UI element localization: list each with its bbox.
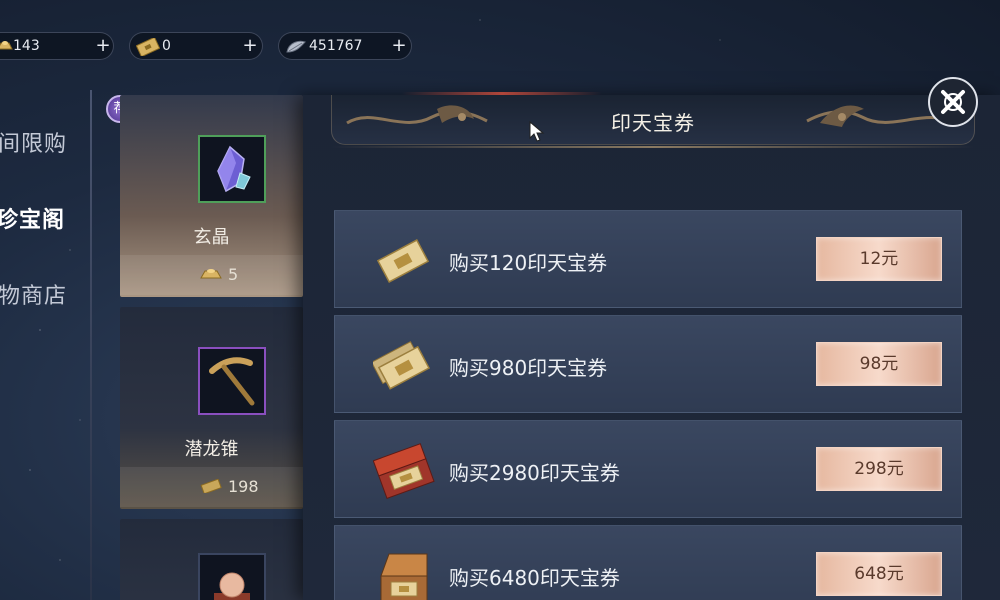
nav-item-item-shop[interactable]: 物商店 xyxy=(0,278,67,310)
recharge-row-2980: 购买2980印天宝券 298元 xyxy=(334,420,962,518)
coupon-purchase-modal: 印天宝券 购买120印天宝券 12元 购买980印天宝券 98元 购买2980印… xyxy=(303,77,1000,600)
recharge-label: 购买120印天宝券 xyxy=(449,251,608,275)
nav-item-limited-time[interactable]: 间限购 xyxy=(0,126,67,158)
item-slot xyxy=(198,553,266,600)
coupon-ticket-icon xyxy=(136,38,160,56)
coupon-add-button[interactable]: + xyxy=(240,36,260,56)
coupon-value: 0 xyxy=(162,38,171,54)
product-card-qianlongzhui[interactable]: 潜龙锥 198 xyxy=(120,307,303,509)
coupon-single-icon xyxy=(376,239,430,283)
recharge-label: 购买980印天宝券 xyxy=(449,356,608,380)
recharge-label: 购买6480印天宝券 xyxy=(449,566,620,590)
buy-button-120[interactable]: 12元 xyxy=(816,237,942,281)
gold-value: 143 xyxy=(13,38,40,54)
coupon-ticket-icon xyxy=(200,479,222,493)
header-accent-line xyxy=(402,92,602,95)
product-price: 5 xyxy=(228,265,239,284)
silver-leaf-icon xyxy=(286,40,306,53)
product-card-partial[interactable] xyxy=(120,519,303,600)
product-price: 198 xyxy=(228,477,259,496)
gold-currency-pill: 143 + xyxy=(0,32,114,60)
modal-title: 印天宝券 xyxy=(611,111,695,135)
coupon-stack-icon xyxy=(373,340,431,390)
buy-button-6480[interactable]: 648元 xyxy=(816,552,942,596)
close-button[interactable] xyxy=(928,77,978,127)
product-price-row: 198 xyxy=(120,467,303,507)
gold-ingot-icon xyxy=(200,269,222,279)
product-name: 潜龙锥 xyxy=(184,439,239,460)
crystal-icon xyxy=(217,145,251,193)
item-slot xyxy=(198,135,266,203)
silver-value: 451767 xyxy=(309,38,363,54)
product-card-xuanjing[interactable]: 玄晶 5 xyxy=(120,95,303,297)
recharge-row-6480: 购买6480印天宝券 648元 xyxy=(334,525,962,600)
silver-currency-pill: 451767 + xyxy=(278,32,412,60)
mouse-cursor-icon xyxy=(529,121,545,142)
recharge-label: 购买2980印天宝券 xyxy=(449,461,620,485)
modal-header: 印天宝券 xyxy=(331,92,975,148)
shop-side-nav: 间限购 珍宝阁 物商店 xyxy=(0,90,92,600)
coupon-chest-icon xyxy=(380,553,428,600)
header-divider xyxy=(332,146,974,148)
silver-add-button[interactable]: + xyxy=(389,36,409,56)
close-icon xyxy=(941,90,965,114)
nav-item-treasure-pavilion[interactable]: 珍宝阁 xyxy=(0,202,65,234)
coupon-box-icon xyxy=(373,443,435,500)
product-price-row: 5 xyxy=(120,255,303,295)
pickaxe-icon xyxy=(209,357,255,406)
recharge-row-980: 购买980印天宝券 98元 xyxy=(334,315,962,413)
gold-add-button[interactable]: + xyxy=(93,36,113,56)
product-list: 玄晶 5 潜龙锥 198 xyxy=(120,95,303,600)
buy-button-980[interactable]: 98元 xyxy=(816,342,942,386)
recharge-row-120: 购买120印天宝券 12元 xyxy=(334,210,962,308)
orb-icon xyxy=(214,572,250,600)
buy-button-2980[interactable]: 298元 xyxy=(816,447,942,491)
item-slot xyxy=(198,347,266,415)
coupon-currency-pill: 0 + xyxy=(129,32,263,60)
product-name: 玄晶 xyxy=(193,227,230,248)
gold-ingot-icon xyxy=(0,41,13,50)
